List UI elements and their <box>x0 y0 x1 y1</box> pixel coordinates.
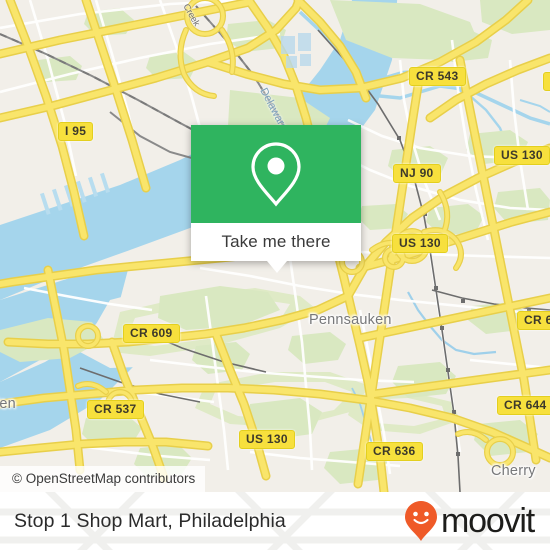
moovit-map-screenshot: Pennsauken len Cherry Delaware River Cre… <box>0 0 550 550</box>
road-shield-clipped: N <box>543 72 550 91</box>
callout-pointer <box>267 261 287 273</box>
road-shield-cr537: CR 537 <box>87 400 144 419</box>
map-pin-icon <box>251 142 301 207</box>
take-me-there-label: Take me there <box>221 232 331 251</box>
location-title: Stop 1 Shop Mart, Philadelphia <box>14 510 286 532</box>
road-shield-cr644-n: CR 644 <box>517 311 550 330</box>
road-shield-nj90: NJ 90 <box>393 164 441 183</box>
moovit-brand[interactable]: moovit <box>404 492 535 550</box>
callout-footer[interactable]: Take me there <box>191 223 361 261</box>
callout-header <box>191 125 361 223</box>
moovit-wordmark: moovit <box>441 502 535 540</box>
road-shield-i95: I 95 <box>58 122 94 141</box>
road-shield-cr543: CR 543 <box>409 67 466 86</box>
map-callout[interactable]: Take me there <box>191 125 361 273</box>
road-shield-cr636: CR 636 <box>366 442 423 461</box>
moovit-pin-icon <box>405 501 438 541</box>
road-shield-cr609: CR 609 <box>123 324 180 343</box>
osm-attribution[interactable]: © OpenStreetMap contributors <box>0 466 206 492</box>
callout-body: Take me there <box>191 125 361 261</box>
road-shield-us130-mid: US 130 <box>392 234 448 253</box>
road-shield-cr644-s: CR 644 <box>497 396 550 415</box>
footer-bar: Stop 1 Shop Mart, Philadelphia moovit <box>0 492 550 550</box>
road-shield-us130-ne: US 130 <box>494 146 550 165</box>
road-shield-us130-s: US 130 <box>239 430 295 449</box>
